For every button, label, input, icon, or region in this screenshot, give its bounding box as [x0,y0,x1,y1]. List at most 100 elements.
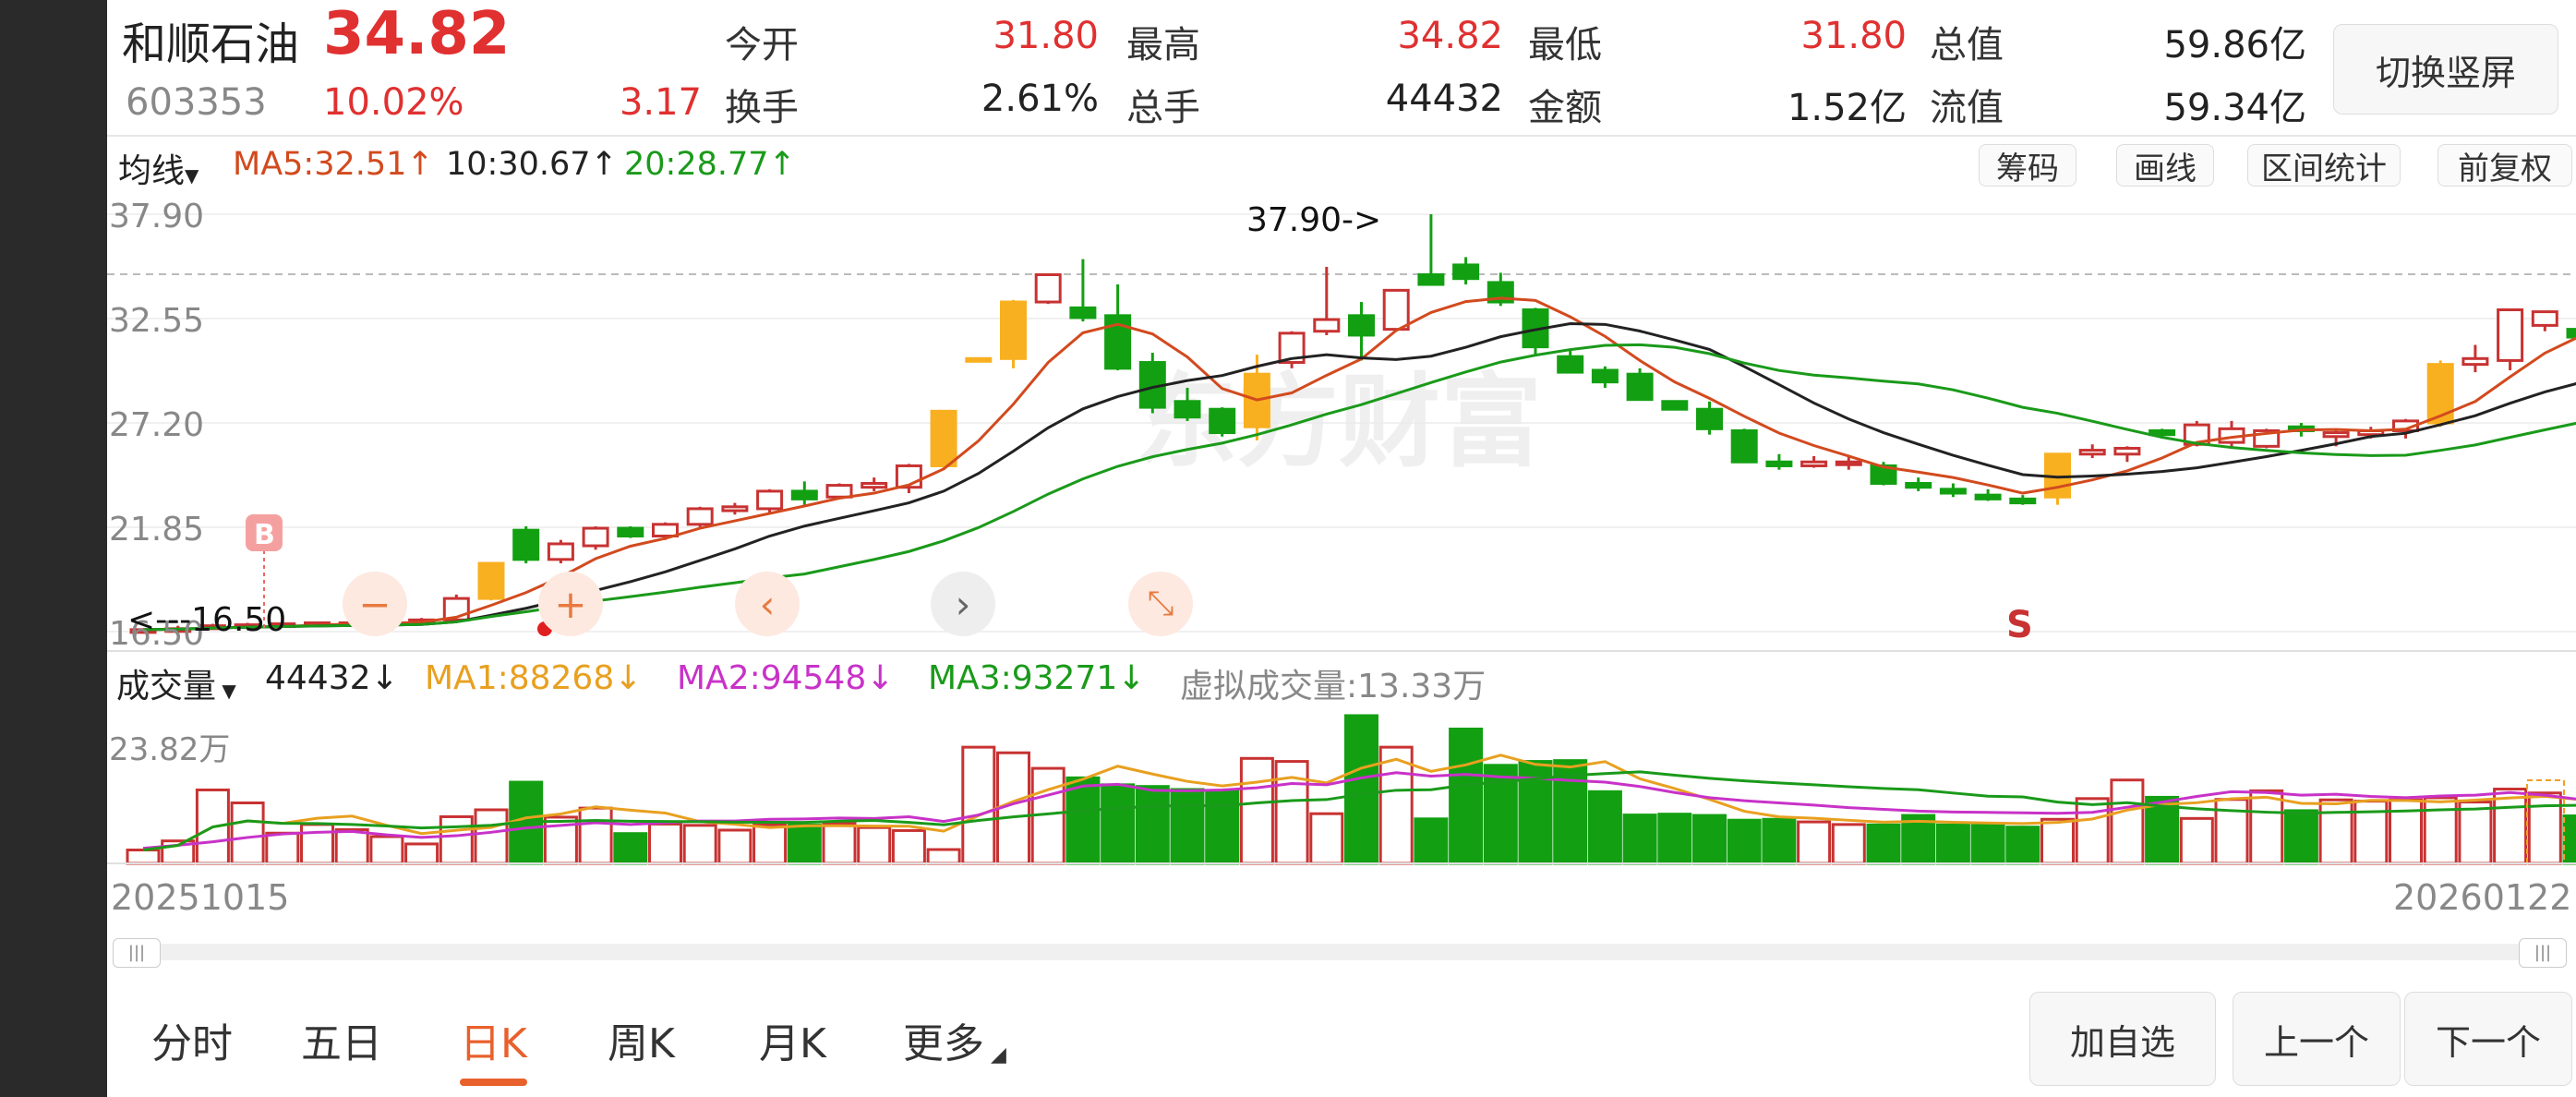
volume-bar [2249,789,2284,865]
candle-body [1626,372,1654,402]
candle-body [1209,407,1236,435]
volume-bar [2562,814,2576,865]
volume-bar [1831,823,1866,865]
prev-stock-button[interactable]: 上一个 [2233,992,2401,1086]
tab-5[interactable]: 更多 [903,1010,984,1069]
candle-body [1730,428,1758,464]
active-tab-underline [460,1079,527,1086]
volume-bar [1101,783,1136,865]
tab-0[interactable]: 分时 [151,1010,233,1069]
volume-bar [1970,824,2005,865]
candle-body [2426,363,2454,425]
volume-bar [334,828,369,865]
price-axis: 37.9032.5527.2021.8516.50 [109,198,204,653]
candle-body [1800,460,1828,467]
candle-body [1905,481,1932,489]
volume-bar [369,835,404,865]
start-date: 20251015 [111,877,290,918]
volume-bar [126,848,161,865]
volume-bar [1657,813,1692,865]
volume-bar [857,826,892,865]
candle-body [1313,318,1341,333]
candle-body [1069,306,1097,319]
candle-body [756,489,784,511]
low-marker: <---16.50 [127,601,286,639]
candle-body [790,489,818,500]
volume-bar [822,821,857,865]
candle-body [2566,328,2576,339]
more-dropdown-icon: ◢ [991,1043,1006,1067]
volume-bar [265,831,300,865]
volume-bar [230,802,265,865]
candle-body [930,409,957,467]
candle-body [1174,400,1201,419]
tab-2[interactable]: 日K [460,1010,527,1086]
candle-body [1348,314,1375,337]
volume-bar [578,806,613,865]
tab-3[interactable]: 周K [608,1010,675,1069]
sell-marker: S [2006,604,2033,646]
vma1-readout: MA1:88268↓ [425,659,643,697]
scroll-right-button[interactable]: › [931,572,995,636]
candle-body [721,505,749,512]
next-stock-button[interactable]: 下一个 [2404,992,2572,1086]
candle-body [477,561,505,600]
scrollbar-left-handle[interactable]: ||| [113,938,161,968]
candle-body [825,484,853,499]
collapse-icon[interactable]: ⤡ [1128,572,1193,636]
volume-bar [961,745,996,865]
volume-bar [1135,785,1170,865]
volume-bar [1727,818,1762,865]
volume-bars [126,714,2576,865]
volume-bar [926,848,961,865]
candle-body [1557,355,1584,374]
candle-body [1591,368,1619,384]
candle-body [686,507,714,526]
volume-bar [752,823,788,865]
buy-marker: B [254,519,275,551]
volume-bar [1170,788,1205,865]
volume-bar [2423,796,2458,865]
candle-body [547,542,574,561]
scrollbar-right-handle[interactable]: ||| [2519,938,2567,968]
volume-selector-label: 成交量 [116,668,217,705]
candle-body [617,526,644,538]
candle-body [1835,460,1862,466]
volume-bar [787,823,822,865]
add-watchlist-button[interactable]: 加自选 [2029,992,2216,1086]
vma2-readout: MA2:94548↓ [677,659,895,697]
volume-bar [2040,817,2075,865]
zoom-in-button[interactable]: + [538,572,603,636]
candle-body [1417,272,1445,286]
candle-body [1000,300,1027,360]
volume-bar [439,814,474,865]
candle-body [2009,497,2037,505]
candle-body [2497,307,2524,362]
scroll-left-button[interactable]: ‹ [735,572,800,636]
candle-body [2322,431,2350,439]
volume-bar [1309,812,1344,865]
volume-bar [1866,823,1901,865]
volume-bar [2075,797,2110,865]
zoom-out-button[interactable]: − [343,572,407,636]
volume-bar [1622,814,1657,865]
price-tick-label: 37.90 [109,198,204,235]
volume-bar [2458,801,2493,865]
tab-1[interactable]: 五日 [301,1010,382,1069]
volume-bar [2179,816,2214,865]
volume-bar [2110,778,2145,865]
candle-body [1974,493,2002,500]
volume-bar [2493,788,2528,865]
volume-selector[interactable]: 成交量 ▼ [116,659,236,707]
candle-body [2462,356,2489,367]
volume-bar [1205,790,1240,865]
candle-body [652,523,679,538]
volume-bar [613,832,648,865]
volume-bar [891,828,926,865]
kline-chart[interactable]: 东方财富 37.9032.5527.2021.8516.50 37.90-> <… [0,0,2576,1097]
tab-4[interactable]: 月K [759,1010,826,1069]
candle-body [861,481,888,489]
volume-bar [474,808,509,865]
range-scrollbar[interactable] [113,944,2565,960]
virtual-volume-readout: 虚拟成交量:13.33万 [1180,668,1487,705]
